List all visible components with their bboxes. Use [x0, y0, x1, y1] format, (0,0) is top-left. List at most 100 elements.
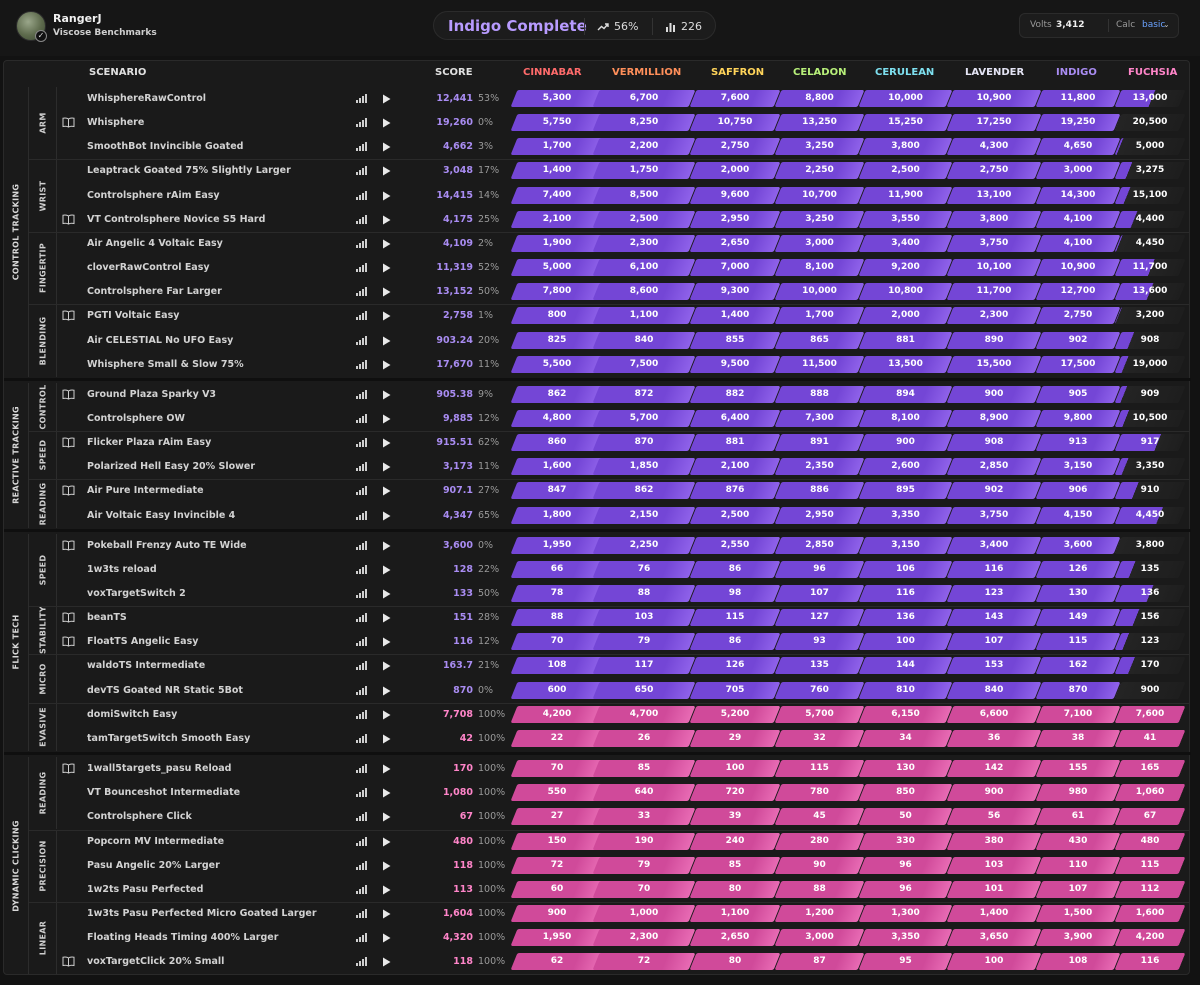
scenario-name[interactable]: Controlsphere rAim Easy [87, 190, 220, 201]
guide-book-icon[interactable] [62, 540, 75, 554]
scenario-name[interactable]: Air Voltaic Easy Invincible 4 [87, 510, 235, 521]
scenario-name[interactable]: Polarized Hell Easy 20% Slower [87, 461, 255, 472]
leaderboard-icon[interactable] [356, 685, 367, 698]
leaderboard-icon[interactable] [356, 166, 367, 178]
play-icon[interactable] [382, 438, 391, 451]
guide-book-icon[interactable] [62, 956, 75, 970]
guide-book-icon[interactable] [62, 485, 75, 499]
guide-book-icon[interactable] [62, 636, 75, 650]
table-row[interactable]: 1w2ts Pasu Perfected 113 100% 60 70 80 88 96 101… [4, 878, 1191, 902]
play-icon[interactable] [382, 788, 391, 801]
play-icon[interactable] [382, 142, 391, 155]
scenario-name[interactable]: beanTS [87, 612, 127, 623]
table-row[interactable]: waldoTS Intermediate 163.7 21% 108 117 126 135… [4, 654, 1191, 678]
scenario-name[interactable]: voxTargetClick 20% Small [87, 956, 224, 967]
guide-book-icon[interactable] [62, 214, 75, 228]
scenario-name[interactable]: 1w3ts Pasu Perfected Micro Goated Larger [87, 908, 317, 919]
leaderboard-icon[interactable] [356, 812, 367, 824]
table-row[interactable]: PGTI Voltaic Easy 2,758 1% 800 1,100 1,400 1,7… [4, 304, 1191, 328]
scenario-name[interactable]: waldoTS Intermediate [87, 660, 205, 671]
play-icon[interactable] [382, 637, 391, 650]
scenario-name[interactable]: voxTargetSwitch 2 [87, 588, 186, 599]
leaderboard-icon[interactable] [356, 884, 367, 897]
scenario-name[interactable]: Ground Plaza Sparky V3 [87, 389, 216, 400]
leaderboard-icon[interactable] [356, 589, 367, 601]
leaderboard-icon[interactable] [356, 613, 367, 625]
play-icon[interactable] [382, 94, 391, 107]
scenario-name[interactable]: tamTargetSwitch Smooth Easy [87, 733, 250, 744]
table-row[interactable]: Polarized Hell Easy 20% Slower 3,173 11% 1,… [4, 455, 1191, 479]
table-row[interactable]: FloatTS Angelic Easy 116 12% 70 79 86 93 100 107… [4, 630, 1191, 654]
leaderboard-icon[interactable] [356, 764, 367, 776]
play-icon[interactable] [382, 861, 391, 874]
username[interactable]: RangerJ [53, 12, 102, 25]
table-row[interactable]: domiSwitch Easy 7,708 100% 4,200 4,700 5,200 5… [4, 703, 1191, 727]
scenario-name[interactable]: Pokeball Frenzy Auto TE Wide [87, 540, 247, 551]
table-row[interactable]: Flicker Plaza rAim Easy 915.51 62% 860 870 88… [4, 431, 1191, 455]
table-row[interactable]: tamTargetSwitch Smooth Easy 42 100% 22 26 29 3… [4, 727, 1191, 751]
table-row[interactable]: voxTargetClick 20% Small 118 100% 62 72 80 87 9… [4, 950, 1191, 974]
leaderboard-icon[interactable] [356, 709, 367, 722]
leaderboard-icon[interactable] [356, 933, 367, 945]
table-row[interactable]: 1wall5targets_pasu Reload 170 100% 70 85 100 1… [4, 757, 1191, 781]
leaderboard-icon[interactable] [356, 359, 367, 372]
leaderboard-icon[interactable] [356, 311, 367, 323]
guide-book-icon[interactable] [62, 437, 75, 451]
table-row[interactable]: Air CELESTIAL No UFO Easy 903.24 20% 825 840… [4, 329, 1191, 353]
guide-book-icon[interactable] [62, 612, 75, 626]
play-icon[interactable] [382, 710, 391, 723]
leaderboard-icon[interactable] [356, 661, 367, 673]
guide-book-icon[interactable] [62, 389, 75, 403]
play-icon[interactable] [382, 837, 391, 850]
leaderboard-icon[interactable] [356, 836, 367, 849]
play-icon[interactable] [382, 589, 391, 602]
play-icon[interactable] [382, 511, 391, 524]
play-icon[interactable] [382, 565, 391, 578]
chevron-down-icon[interactable]: ⌄ [1163, 20, 1170, 29]
leaderboard-icon[interactable] [356, 142, 367, 154]
table-row[interactable]: Whisphere 19,260 0% 5,750 8,250 10,750 13,250 1… [4, 111, 1191, 135]
leaderboard-icon[interactable] [356, 637, 367, 649]
leaderboard-icon[interactable] [356, 957, 367, 969]
table-row[interactable]: cloverRawControl Easy 11,319 52% 5,000 6,100… [4, 256, 1191, 280]
scenario-name[interactable]: cloverRawControl Easy [87, 262, 210, 273]
play-icon[interactable] [382, 486, 391, 499]
play-icon[interactable] [382, 414, 391, 427]
play-icon[interactable] [382, 390, 391, 403]
scenario-name[interactable]: Air Angelic 4 Voltaic Easy [87, 238, 223, 249]
play-icon[interactable] [382, 541, 391, 554]
scenario-name[interactable]: Whisphere Small & Slow 75% [87, 359, 244, 370]
leaderboard-icon[interactable] [356, 94, 367, 106]
play-icon[interactable] [382, 885, 391, 898]
table-row[interactable]: Pokeball Frenzy Auto TE Wide 3,600 0% 1,950… [4, 534, 1191, 558]
play-icon[interactable] [382, 613, 391, 626]
guide-book-icon[interactable] [62, 117, 75, 131]
table-row[interactable]: Leaptrack Goated 75% Slightly Larger 3,04… [4, 159, 1191, 183]
play-icon[interactable] [382, 812, 391, 825]
play-icon[interactable] [382, 957, 391, 970]
table-row[interactable]: Controlsphere OW 9,885 12% 4,800 5,700 6,400 7… [4, 407, 1191, 431]
calc-select[interactable]: basic [1142, 20, 1165, 30]
scenario-name[interactable]: Controlsphere OW [87, 413, 185, 424]
play-icon[interactable] [382, 933, 391, 946]
table-row[interactable]: Whisphere Small & Slow 75% 17,670 11% 5,500… [4, 353, 1191, 377]
table-row[interactable]: devTS Goated NR Static 5Bot 870 0% 600 650 70… [4, 679, 1191, 703]
table-row[interactable]: VT Bounceshot Intermediate 1,080 100% 550 64… [4, 781, 1191, 805]
scenario-name[interactable]: domiSwitch Easy [87, 709, 177, 720]
play-icon[interactable] [382, 734, 391, 747]
leaderboard-icon[interactable] [356, 263, 367, 275]
table-row[interactable]: 1w3ts reload 128 22% 66 76 86 96 106 116 126 135 [4, 558, 1191, 582]
table-row[interactable]: SmoothBot Invincible Goated 4,662 3% 1,700 2… [4, 135, 1191, 159]
leaderboard-icon[interactable] [356, 238, 367, 251]
scenario-name[interactable]: 1w3ts reload [87, 564, 157, 575]
scenario-name[interactable]: 1w2ts Pasu Perfected [87, 884, 203, 895]
scenario-name[interactable]: Controlsphere Click [87, 811, 192, 822]
table-row[interactable]: WhisphereRawControl 12,441 53% 5,300 6,700 7,… [4, 87, 1191, 111]
play-icon[interactable] [382, 661, 391, 674]
scenario-name[interactable]: SmoothBot Invincible Goated [87, 141, 243, 152]
table-row[interactable]: Ground Plaza Sparky V3 905.38 9% 862 872 882 8… [4, 383, 1191, 407]
table-row[interactable]: Floating Heads Timing 400% Larger 4,320 10… [4, 926, 1191, 950]
table-row[interactable]: Pasu Angelic 20% Larger 118 100% 72 79 85 90 96… [4, 854, 1191, 878]
table-row[interactable]: Air Angelic 4 Voltaic Easy 4,109 2% 1,900 2,… [4, 232, 1191, 256]
scenario-name[interactable]: WhisphereRawControl [87, 93, 206, 104]
